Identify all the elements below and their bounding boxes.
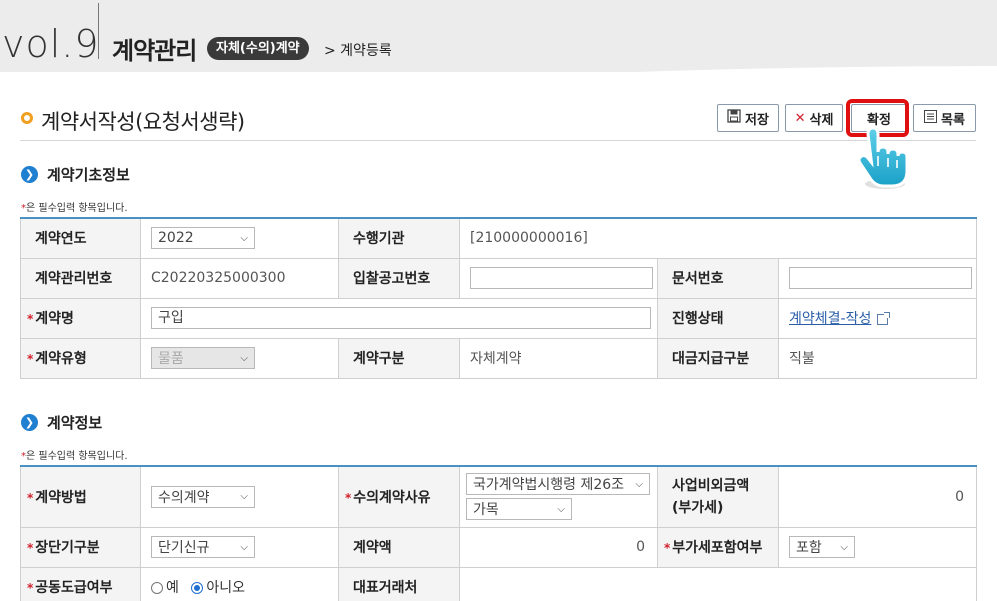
vol-label: vol.9: [2, 22, 100, 66]
contract-category-label: 계약구분: [338, 337, 460, 379]
term-select[interactable]: 단기신규 ⌵: [151, 536, 255, 558]
joint-label: 공동도급여부: [35, 580, 113, 596]
mgmt-no-value: C20220325000300: [140, 257, 339, 299]
required-star: *: [27, 490, 34, 505]
method-select[interactable]: 수의계약 ⌵: [151, 485, 255, 508]
list-icon: [924, 109, 938, 127]
rep-label: 대표거래처: [338, 566, 460, 601]
floppy-icon: [727, 109, 741, 127]
joint-yes-option[interactable]: 예: [151, 580, 179, 596]
chevron-down-icon: ⌵: [240, 491, 248, 503]
required-star: *: [27, 541, 34, 555]
page-title: 계약서작성(요청서생략): [41, 110, 245, 134]
vat-select[interactable]: 포함 ⌵: [789, 536, 855, 558]
required-note: *은 필수입력 항목입니다.: [21, 203, 128, 214]
external-link-icon[interactable]: [877, 311, 891, 325]
radio-yes[interactable]: [151, 582, 163, 594]
contract-category-value: 자체계약: [459, 337, 658, 379]
contract-year-label: 계약연도: [20, 217, 141, 259]
contract-name-input[interactable]: 구입: [151, 307, 651, 329]
radio-no[interactable]: [191, 582, 204, 594]
status-link[interactable]: 계약체결-작성: [789, 311, 871, 327]
vat-label: 부가세포함여부: [672, 540, 763, 556]
delete-label: 삭제: [809, 112, 834, 128]
doc-no-label: 문서번호: [657, 257, 779, 299]
breadcrumb: > 계약등록: [324, 43, 392, 59]
reason-law-select[interactable]: 국가계약법시행령 제26조 ; ⌵: [466, 473, 650, 496]
required-star: *: [27, 581, 34, 595]
header-divider: [98, 3, 99, 59]
save-button[interactable]: 저장: [717, 104, 779, 132]
joint-no-option[interactable]: 아니오: [191, 580, 245, 596]
required-star: *: [345, 490, 352, 505]
basic-info-table: 계약연도 2022 ⌵ 수행기관 [210000000016] 계약관리번호 C2…: [20, 217, 977, 379]
agency-value: [210000000016]: [459, 217, 977, 259]
hand-pointer-icon: [857, 126, 909, 189]
contract-type-select: 물품 ⌵: [151, 347, 255, 369]
chevron-down-icon: ⌵: [840, 541, 848, 553]
list-button[interactable]: 목록: [913, 104, 976, 132]
section-arrow-icon: ❯: [21, 166, 38, 183]
non-project-value: 0: [778, 465, 977, 528]
contract-name-label: 계약명: [35, 311, 74, 327]
contract-year-select[interactable]: 2022 ⌵: [151, 227, 255, 250]
section-arrow-icon: ❯: [21, 414, 38, 431]
bid-notice-input[interactable]: [470, 267, 653, 289]
chevron-down-icon: ⌵: [240, 232, 248, 244]
non-project-label-vat: (부가세): [672, 499, 724, 516]
non-project-label: 사업비외금액: [672, 477, 750, 494]
amount-value: 0: [459, 526, 658, 568]
required-star: *: [664, 541, 671, 555]
doc-no-input[interactable]: [789, 267, 972, 289]
chevron-down-icon: ⌵: [240, 352, 248, 364]
contract-type-badge: 자체(수의)계약: [207, 37, 309, 60]
section-title: 계약관리: [112, 37, 197, 65]
x-icon: ✕: [794, 110, 806, 126]
title-bullet-icon: [21, 112, 33, 124]
rep-value: [459, 566, 977, 601]
status-label: 진행상태: [657, 297, 779, 339]
chevron-down-icon: ⌵: [557, 503, 565, 515]
amount-label: 계약액: [338, 526, 460, 568]
term-label: 장단기구분: [35, 540, 100, 556]
method-label: 계약방법: [35, 489, 87, 506]
reason-label: 수의계약사유: [353, 489, 431, 506]
list-label: 목록: [941, 112, 965, 128]
delete-button[interactable]: ✕ 삭제: [785, 104, 843, 132]
agency-label: 수행기관: [338, 217, 460, 259]
contract-type-label: 계약유형: [35, 351, 87, 367]
section-title-info: 계약정보: [47, 414, 103, 432]
required-star: *: [27, 312, 34, 326]
bid-notice-label: 입찰공고번호: [338, 257, 460, 299]
mgmt-no-label: 계약관리번호: [20, 257, 141, 299]
section-title-basic: 계약기초정보: [47, 166, 130, 184]
required-note: *은 필수입력 항목입니다.: [21, 451, 128, 462]
divider: [20, 140, 976, 141]
reason-item-select[interactable]: 가목 ⌵: [466, 498, 572, 521]
payment-label: 대금지급구분: [657, 337, 779, 379]
contract-info-table: * 계약방법 수의계약 ⌵ * 수의계약사유 국가계약법시행령 제26조 ; ⌵ 가목 ⌵…: [20, 465, 977, 601]
save-label: 저장: [745, 112, 769, 128]
payment-value: 직불: [778, 337, 977, 379]
chevron-down-icon: ⌵: [240, 541, 248, 553]
required-star: *: [27, 352, 34, 366]
chevron-down-icon: ⌵: [635, 478, 643, 490]
